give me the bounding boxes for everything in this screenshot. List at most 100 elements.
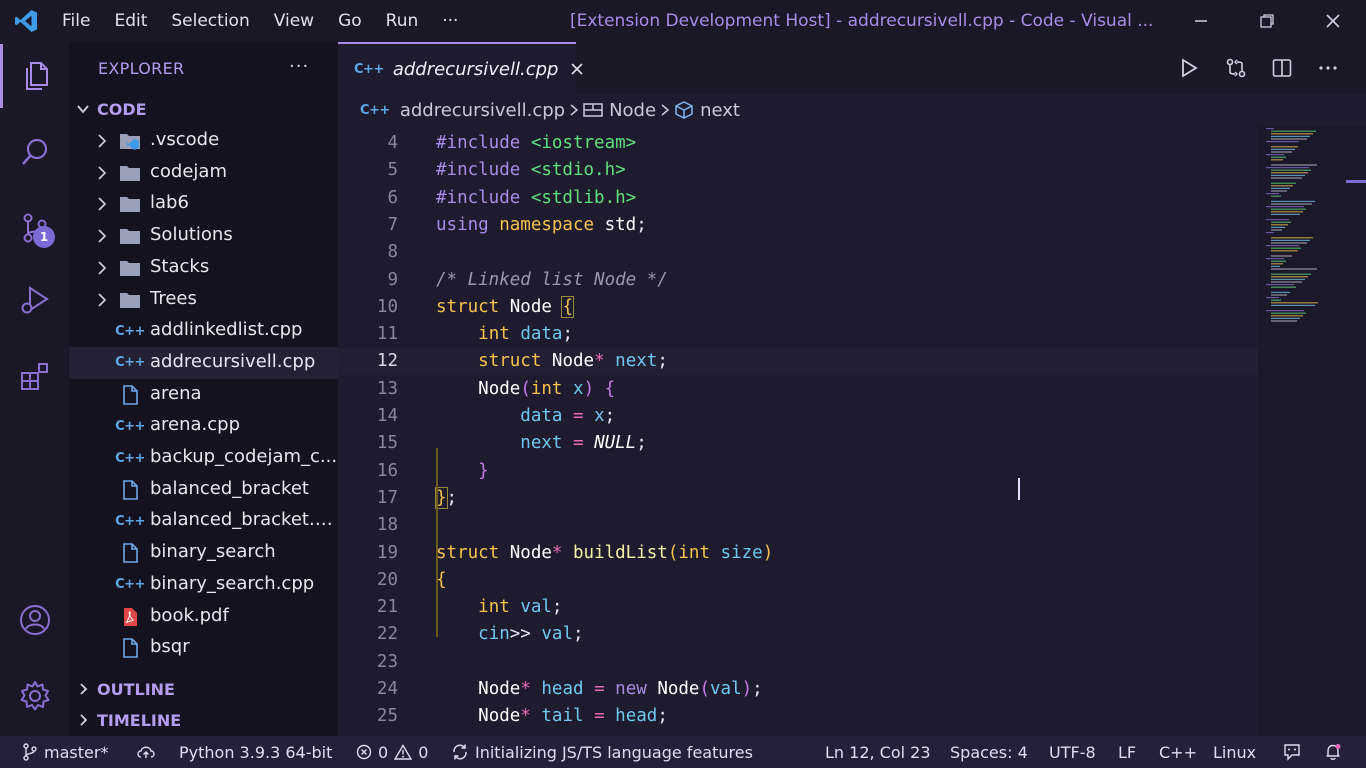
bracket-guide (436, 448, 438, 637)
line-code: int val; (436, 597, 562, 617)
end-of-line[interactable]: LF (1118, 736, 1136, 768)
split-editor-button[interactable] (1266, 52, 1298, 84)
menu-item-1[interactable]: Edit (104, 11, 161, 31)
compare-changes-button[interactable] (1220, 52, 1252, 84)
chevron-right-icon (95, 196, 109, 212)
indentation[interactable]: Spaces: 4 (950, 736, 1028, 768)
code-token: Node (509, 542, 552, 563)
source-control-activity[interactable]: 1 (0, 196, 69, 260)
tree-folder[interactable]: .vscode (69, 125, 338, 157)
breadcrumb-symbol-node[interactable]: Node (583, 100, 656, 121)
menu-item-3[interactable]: View (264, 11, 328, 31)
tree-file[interactable]: bsqr (69, 632, 338, 664)
run-debug-activity[interactable] (0, 268, 69, 332)
line-number: 9 (387, 269, 398, 290)
code-token: <stdlib.h> (530, 187, 637, 208)
activity-bar: 1 (0, 42, 69, 736)
search-activity[interactable] (0, 120, 69, 184)
breadcrumb-file[interactable]: C++ addrecursivell.cpp (360, 100, 565, 121)
code-editor[interactable]: 4 #include <iostream> 5 #include <stdio.h> 6… (338, 126, 1258, 736)
python-interpreter[interactable]: Python 3.9.3 64-bit (179, 736, 332, 768)
tree-folder[interactable]: codejam (69, 157, 338, 189)
encoding[interactable]: UTF-8 (1049, 736, 1096, 768)
tree-item-label: bsqr (150, 636, 190, 658)
line-number: 6 (387, 187, 398, 208)
tree-file[interactable]: C++ addlinkedlist.cpp (69, 315, 338, 347)
code-token: = (594, 706, 616, 727)
menu-item-6[interactable]: ··· (432, 11, 472, 31)
code-token: ( (699, 679, 711, 699)
line-code: struct Node* next; (436, 351, 668, 371)
tree-item-label: Stacks (150, 255, 210, 277)
folder-section-code[interactable]: CODE (69, 94, 338, 124)
language-mode[interactable]: C++ (1159, 736, 1197, 768)
line-code: Node* tail = head; (436, 706, 668, 726)
problems-status[interactable]: 0 0 (356, 736, 428, 768)
tree-file[interactable]: C++ addrecursivell.cpp (69, 346, 338, 379)
minimize-button[interactable] (1168, 0, 1234, 42)
window-title: [Extension Development Host] - addrecurs… (570, 11, 1154, 31)
tree-folder[interactable]: Stacks (69, 252, 338, 284)
tree-file[interactable]: C++ backup_codejam_c... (69, 442, 338, 474)
tree-file[interactable]: book.pdf (69, 601, 338, 633)
explorer-activity[interactable] (0, 44, 69, 108)
tree-folder[interactable]: Trees (69, 284, 338, 316)
line-code: Node* head = new Node(val); (436, 679, 763, 699)
explorer-sidebar: EXPLORER ··· CODE .vscode codejam lab6 Solu… (69, 42, 338, 736)
sync-status[interactable] (136, 736, 156, 768)
menu-item-5[interactable]: Run (376, 11, 433, 31)
tree-folder[interactable]: Solutions (69, 220, 338, 252)
branch-status[interactable]: master* (22, 736, 108, 768)
feedback-icon (1284, 744, 1300, 761)
outline-section[interactable]: OUTLINE (69, 674, 338, 704)
notifications-button[interactable] (1324, 736, 1342, 768)
editor-tab-addrecursivell[interactable]: C++ addrecursivell.cpp (338, 42, 584, 94)
manage-activity[interactable] (0, 664, 69, 728)
tree-folder[interactable]: lab6 (69, 188, 338, 220)
os-indicator[interactable]: Linux (1213, 736, 1256, 768)
line-code: cin>> val; (436, 624, 584, 645)
tree-file[interactable]: arena (69, 379, 338, 411)
code-token: Node (478, 378, 521, 399)
tree-file[interactable]: C++ balanced_bracket.c... (69, 505, 338, 537)
restore-button[interactable] (1234, 0, 1300, 42)
chevron-right-icon (95, 133, 109, 149)
run-debug-icon (21, 286, 49, 314)
code-token: * (594, 351, 616, 372)
extensions-activity[interactable] (0, 344, 69, 408)
feedback-button[interactable] (1282, 736, 1302, 768)
explorer-more-actions[interactable]: ··· (289, 56, 309, 77)
tree-file[interactable]: C++ binary_search.cpp (69, 569, 338, 601)
timeline-section[interactable]: TIMELINE (69, 705, 338, 735)
code-line: 18 (338, 512, 1258, 539)
tree-file[interactable]: balanced_bracket (69, 474, 338, 506)
code-token: ; (604, 406, 616, 426)
tree-file[interactable]: C++ arena.cpp (69, 410, 338, 442)
code-token: buildList (573, 542, 668, 563)
chevron-down-icon (69, 102, 97, 116)
line-code: struct Node* buildList(int size) (436, 543, 773, 563)
line-number: 14 (376, 406, 398, 426)
line-number: 5 (387, 160, 398, 181)
breadcrumb-symbol-next[interactable]: next (674, 100, 740, 121)
folder-icon (119, 258, 141, 278)
cursor-position[interactable]: Ln 12, Col 23 (825, 736, 931, 768)
menu-item-4[interactable]: Go (328, 11, 376, 31)
tree-item-label: balanced_bracket.c... (150, 509, 338, 531)
menu-item-2[interactable]: Selection (161, 11, 263, 31)
run-button[interactable] (1173, 52, 1205, 84)
accounts-activity[interactable] (0, 588, 69, 652)
code-token: ; (572, 624, 584, 645)
folder-icon (119, 194, 141, 214)
close-tab-icon[interactable] (570, 62, 584, 76)
menu-item-0[interactable]: File (52, 11, 104, 31)
chevron-right-icon (69, 713, 97, 727)
menu-bar: File Edit Selection View Go Run ··· (52, 11, 472, 31)
tree-file[interactable]: binary_search (69, 537, 338, 569)
minimap[interactable] (1258, 126, 1366, 736)
line-code: data = x; (436, 406, 615, 426)
code-token: cin (478, 624, 510, 645)
close-window-button[interactable] (1300, 0, 1366, 42)
more-actions-button[interactable] (1312, 52, 1344, 84)
